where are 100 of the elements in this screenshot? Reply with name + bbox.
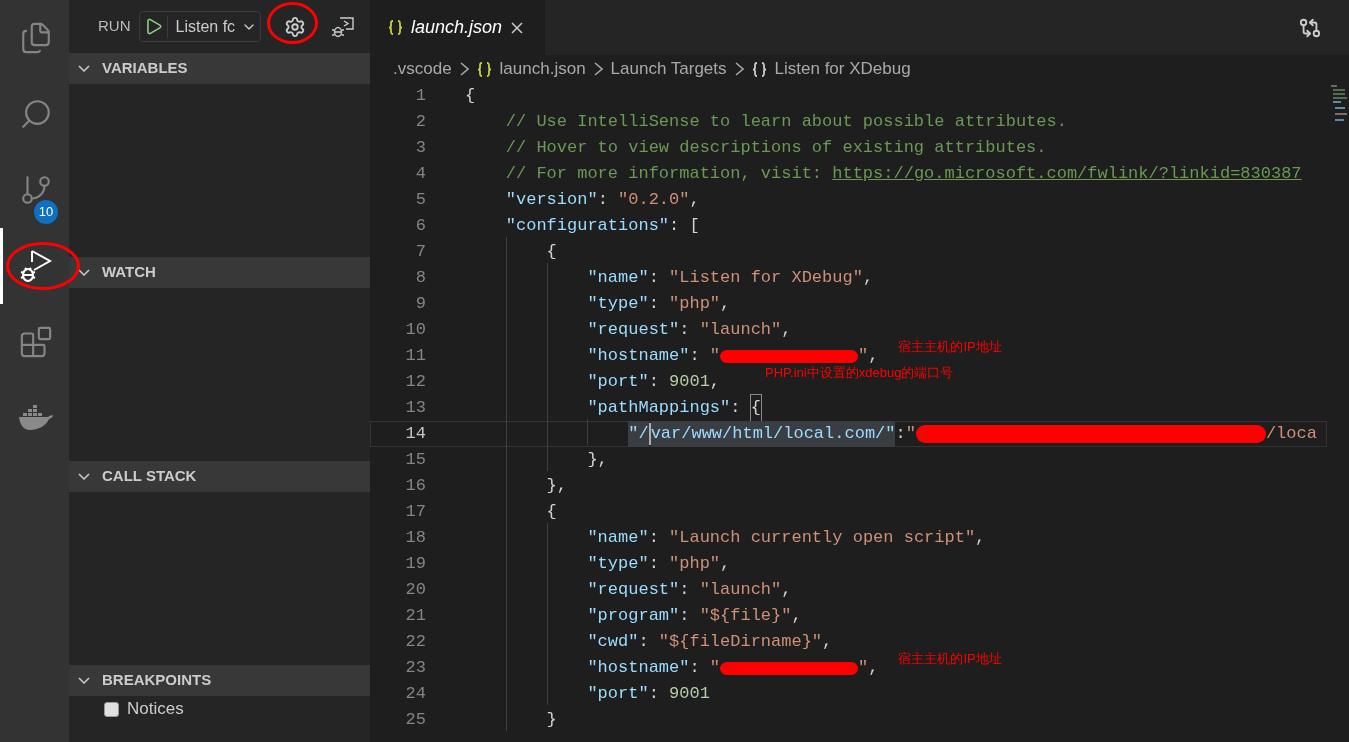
code-token: "port" [586,371,649,393]
annotation-note: 宿主主机的IP地址 [898,340,1002,354]
code-link[interactable]: https://go.microsoft.com/fwlink/?linkid=830387 [832,161,1302,187]
breadcrumb-item[interactable]: Launch Targets [610,56,727,82]
compare-icon[interactable] [1299,16,1321,39]
line-number: 23 [404,657,426,679]
section-title: WATCH [102,262,156,283]
run-debug-icon[interactable] [19,248,53,284]
line-number: 15 [404,449,426,471]
code-token: /loca [1265,423,1317,445]
checkbox[interactable] [104,701,119,717]
count-badge: 10 [34,200,58,224]
code-token: : [648,371,660,393]
chevron-right-icon [593,62,603,76]
section-header[interactable]: WATCH [69,257,370,288]
code-token: , [975,527,986,549]
line-number: 2 [414,111,426,133]
line-number: 18 [404,527,426,549]
code-token: "configurations" [504,215,670,237]
code-token: "pathMappings" [586,397,731,419]
code-token: , [868,345,879,367]
debug-console-icon[interactable] [330,14,355,39]
code-token: "php" [669,553,721,575]
breadcrumb-item[interactable]: Listen for XDebug [774,56,911,82]
code-token: , [720,293,731,315]
code-token: "name" [586,267,649,289]
code-token: , [791,605,802,627]
line-number: 16 [404,475,426,497]
code-token: "Launch currently open script" [669,527,976,549]
breadcrumb-item[interactable]: launch.json [499,56,586,82]
code-token: "${fileDirname}" [658,631,823,653]
line-number: 6 [414,215,426,237]
line-number: 4 [414,163,426,185]
code-token: : [638,631,650,653]
code-token: "hostname" [586,345,690,367]
close-icon[interactable] [510,20,525,35]
line-number: 20 [404,579,426,601]
editor-tab[interactable]: launch.json [370,0,545,55]
code-token: "version" [504,189,598,211]
line-number: 3 [414,137,426,159]
code-token: , [709,371,721,393]
code-token: " [709,657,721,679]
code-token: "Listen for XDebug" [669,267,863,289]
code-token: "${file}" [699,605,792,627]
section-title: BREAKPOINTS [102,670,212,691]
code-token: : [679,319,691,341]
line-number: 11 [404,345,426,367]
code-token: { [465,85,476,107]
code-token: var/www/html/local.com/" [650,421,896,447]
code-token: { [545,501,557,523]
chevron-right-icon [459,62,469,76]
section-header[interactable]: CALL STACK [69,461,370,492]
code-token: : [689,657,701,679]
code-token: // For more information, visit: [504,163,824,185]
line-number: 21 [404,605,426,627]
code-token: "php" [669,293,721,315]
code-token: , [781,319,792,341]
config-name: Listen fc [174,16,236,37]
code-token: : [648,527,660,549]
code-token: "type" [586,293,649,315]
code-token: "name" [586,527,649,549]
code-token: "program" [586,605,680,627]
code-token: , [868,657,879,679]
code-token: "/ [628,421,649,447]
code-token: , [689,189,700,211]
sidebar-title: RUN [98,16,131,37]
extensions-icon[interactable] [19,325,53,359]
settings-icon[interactable] [283,15,306,38]
code-token: : [679,579,691,601]
section-header[interactable]: BREAKPOINTS [69,665,370,696]
code-token: "type" [586,553,649,575]
section-header[interactable]: VARIABLES [69,53,370,84]
config-dropdown[interactable]: Listen fc [138,11,261,42]
code-token: : [648,293,660,315]
annotation-note: 宿主主机的IP地址 [898,652,1002,666]
search-icon[interactable] [19,97,53,131]
code-token: 9001 [669,683,710,705]
code-token: "cwd" [586,631,639,653]
branch-icon[interactable] [19,173,53,207]
whale-icon[interactable] [18,404,54,432]
files-icon[interactable] [19,21,53,55]
code-token: 9001 [669,371,710,393]
code-token: : [648,553,660,575]
section-title: CALL STACK [102,466,197,487]
code-token: "request" [586,579,680,601]
code-token: "launch" [699,579,782,601]
breadcrumb-item[interactable]: .vscode [393,56,452,82]
code-token: "0.2.0" [618,189,690,211]
code-token: "hostname" [586,657,690,679]
code-token: // Hover to view descriptions of existing attributes. [504,137,1047,159]
line-number: 1 [414,85,426,107]
code-token: { [545,241,557,263]
breakpoint-item[interactable]: Notices [69,696,370,722]
annotation-note: PHP.ini中设置的xdebug的端口号 [765,366,954,380]
section-title: VARIABLES [102,58,188,79]
line-number: 12 [404,371,426,393]
code-token: , [822,631,833,653]
code-token: : [679,605,691,627]
code-token: "request" [586,319,680,341]
code-token: : [648,267,660,289]
